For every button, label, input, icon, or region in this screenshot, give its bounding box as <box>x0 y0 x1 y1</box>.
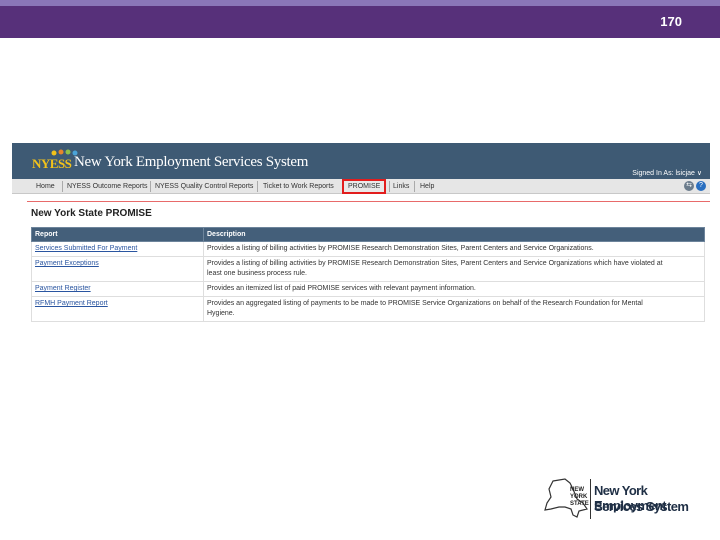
state-word: YORK <box>570 494 588 500</box>
table-row: Services Submitted For Payment Provides … <box>31 241 705 257</box>
nyess-screenshot: NYESS New York Employment Services Syste… <box>12 143 710 343</box>
description-line: least one business process rule. <box>207 270 307 277</box>
table-row: RFMH Payment Report Provides an aggregat… <box>31 296 705 322</box>
title-divider <box>27 201 710 202</box>
report-link-payment-exceptions[interactable]: Payment Exceptions <box>31 256 204 282</box>
nav-help[interactable]: Help <box>420 181 434 192</box>
table-header-row: Report Description <box>31 227 705 242</box>
description-line: Provides a listing of billing activities… <box>207 245 594 252</box>
logo-text: NYESS <box>32 156 72 171</box>
report-description: Provides a listing of billing activities… <box>203 241 705 257</box>
nav-promise[interactable]: PROMISE <box>342 179 387 194</box>
nav-home[interactable]: Home <box>36 181 55 192</box>
nav-separator <box>389 181 390 192</box>
app-title: New York Employment Services System <box>74 154 309 170</box>
main-nav: Home NYESS Outcome Reports NYESS Quality… <box>12 179 710 194</box>
state-word: NEW <box>570 487 584 493</box>
description-line: Provides an aggregated listing of paymen… <box>207 300 643 307</box>
nav-separator <box>150 181 151 192</box>
logo-text-line2: Services System <box>594 499 689 514</box>
nav-separator <box>62 181 63 192</box>
slide-header-bar: 170 <box>0 6 720 38</box>
description-line: Hygiene. <box>207 310 235 317</box>
slide-number: 170 <box>660 14 682 29</box>
report-description: Provides an itemized list of paid PROMIS… <box>203 281 705 297</box>
nav-quality-control-reports[interactable]: NYESS Quality Control Reports <box>155 181 253 192</box>
report-link-rfmh-payment[interactable]: RFMH Payment Report <box>31 296 204 322</box>
report-description: Provides a listing of billing activities… <box>203 256 705 282</box>
state-word: STATE <box>570 501 589 507</box>
column-header-report: Report <box>31 227 204 242</box>
nav-ticket-to-work-reports[interactable]: Ticket to Work Reports <box>263 181 334 192</box>
table-row: Payment Exceptions Provides a listing of… <box>31 256 705 282</box>
description-line: Provides an itemized list of paid PROMIS… <box>207 285 476 292</box>
help-icon[interactable]: ? <box>696 181 706 191</box>
nav-outcome-reports[interactable]: NYESS Outcome Reports <box>67 181 148 192</box>
exit-icon[interactable]: ⇆ <box>684 181 694 191</box>
description-line: Provides a listing of billing activities… <box>207 260 663 267</box>
new-york-state-wordmark: NEW YORK STATE <box>570 487 589 508</box>
column-header-description: Description <box>203 227 705 242</box>
nyess-footer-logo: NEW YORK STATE New York Employment Servi… <box>543 475 708 525</box>
nav-separator <box>257 181 258 192</box>
signed-in-menu[interactable]: Signed In As: lsicjae ∨ <box>632 169 702 177</box>
report-link-payment-register[interactable]: Payment Register <box>31 281 204 297</box>
table-row: Payment Register Provides an itemized li… <box>31 281 705 297</box>
nav-links[interactable]: Links <box>393 181 409 192</box>
report-link-services-submitted[interactable]: Services Submitted For Payment <box>31 241 204 257</box>
app-header: NYESS New York Employment Services Syste… <box>12 143 710 179</box>
logo-divider <box>590 479 591 519</box>
page-title: New York State PROMISE <box>31 208 152 219</box>
nav-separator <box>414 181 415 192</box>
promise-reports-table: Report Description Services Submitted Fo… <box>31 227 705 322</box>
report-description: Provides an aggregated listing of paymen… <box>203 296 705 322</box>
